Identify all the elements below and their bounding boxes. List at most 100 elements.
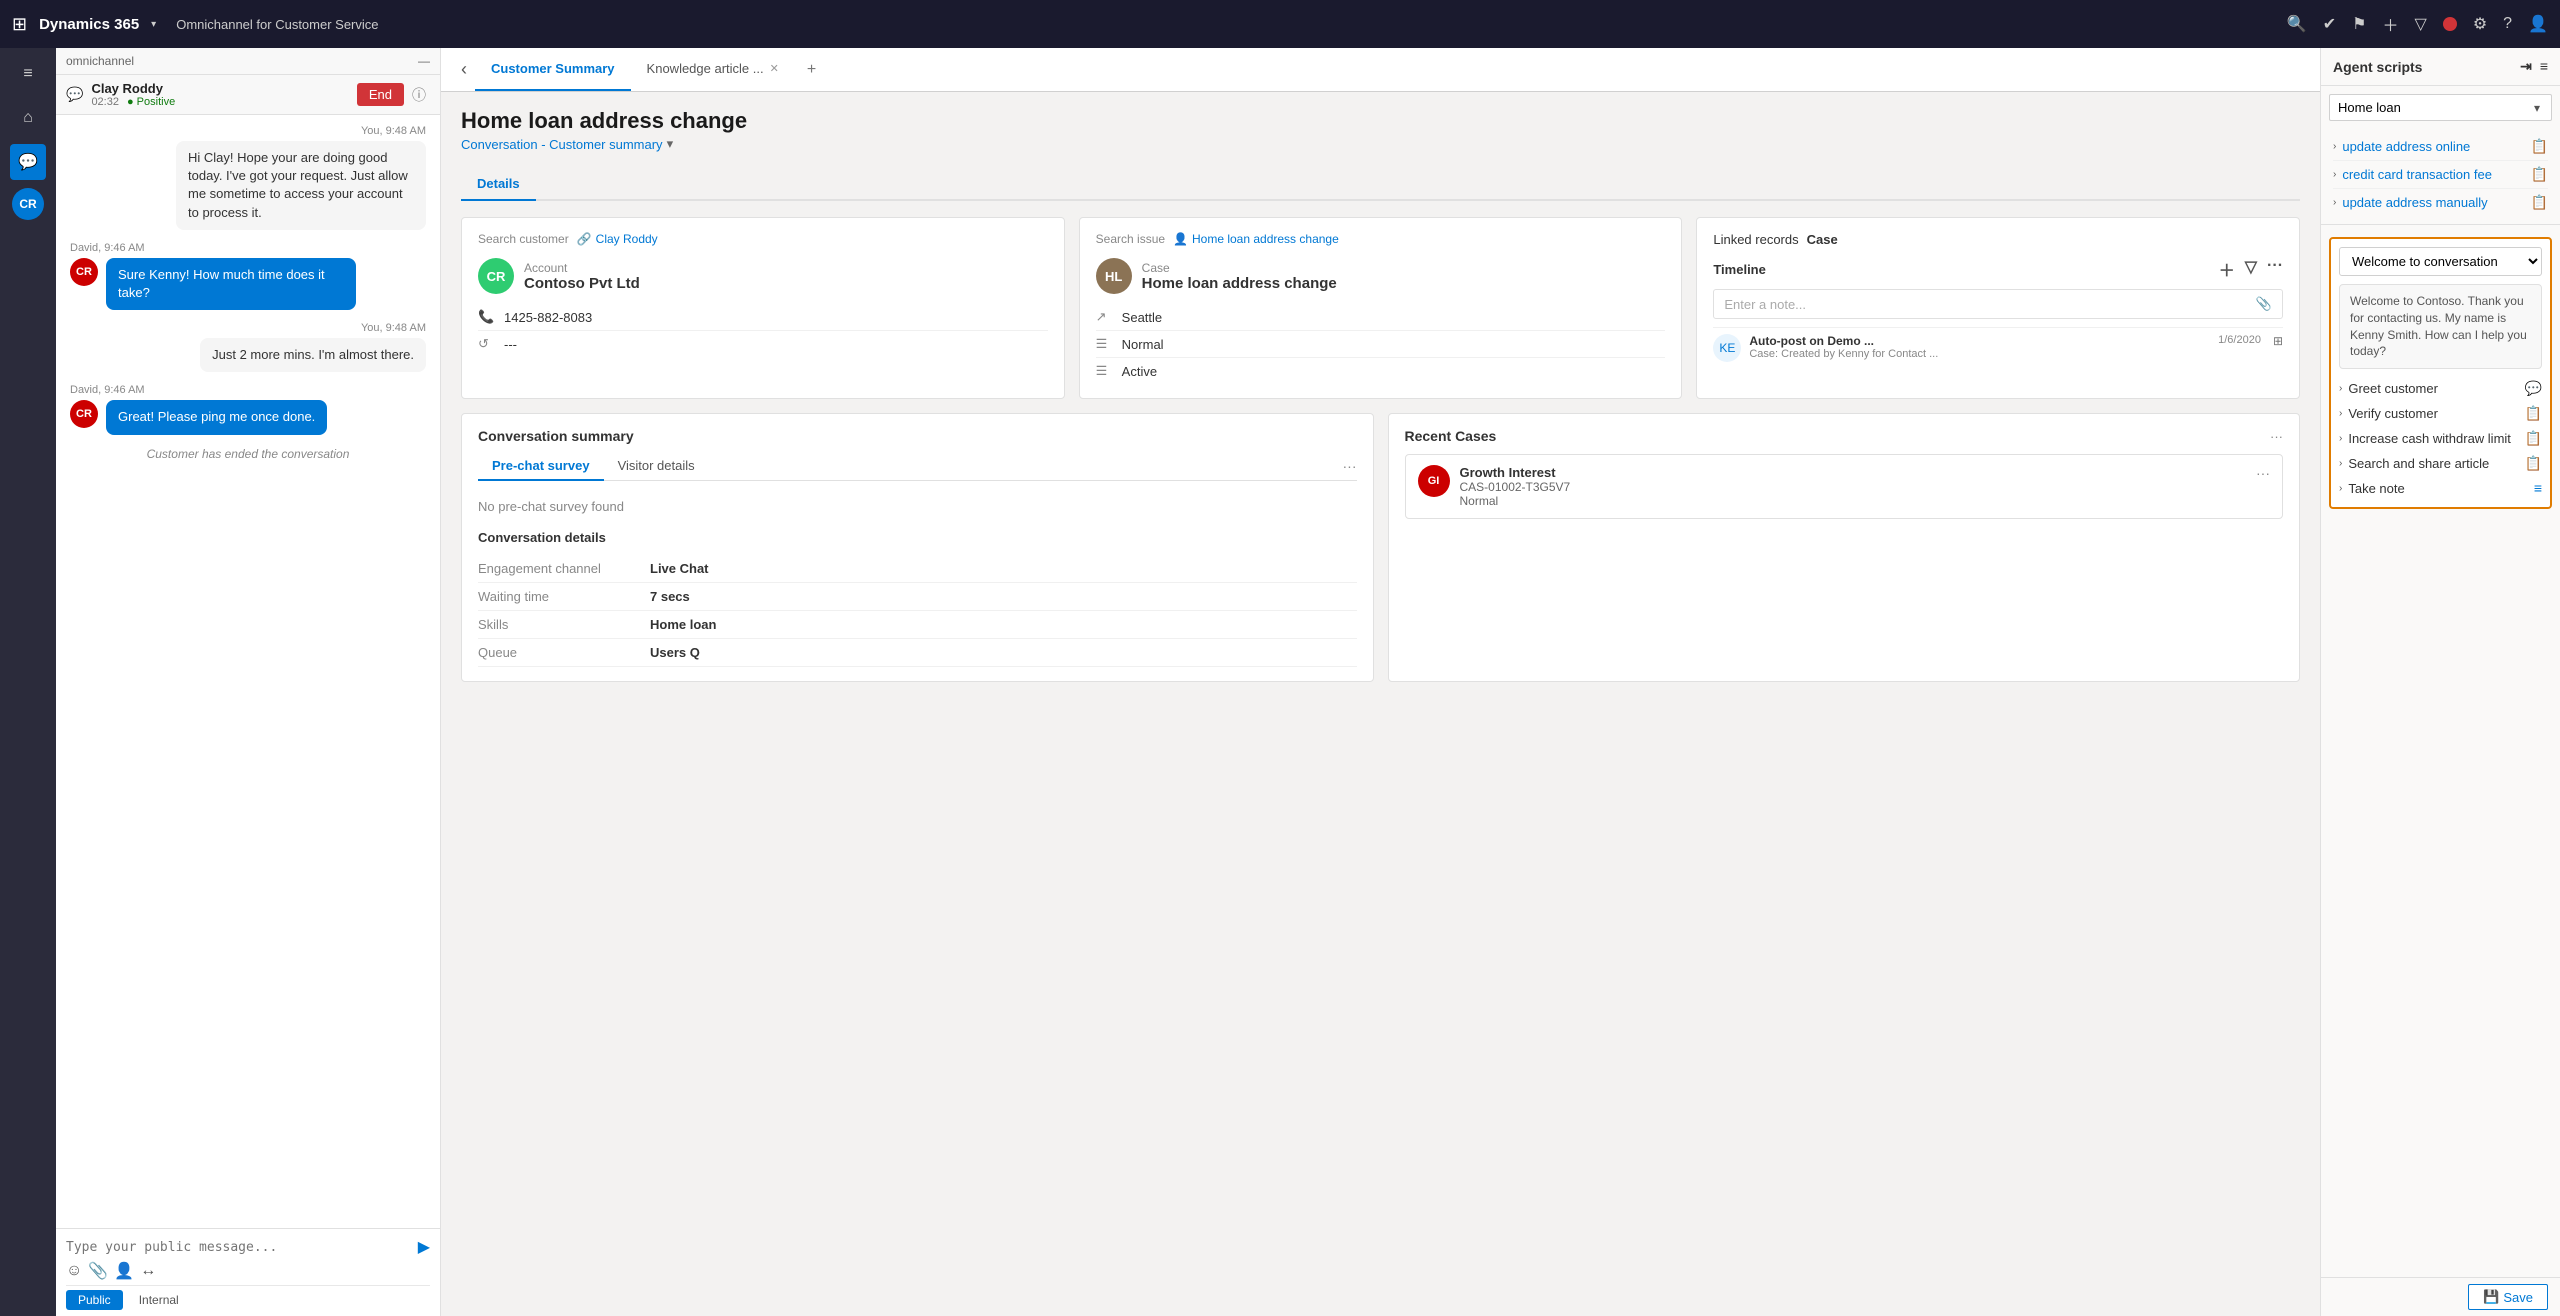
linked-records-header: Linked records Case xyxy=(1713,232,2283,247)
script-item-update-online[interactable]: › update address online 📋 xyxy=(2333,133,2548,161)
timeline-actions: ＋ ▽ ··· xyxy=(2219,257,2283,281)
left-sidebar: ≡ ⌂ 💬 CR xyxy=(0,48,56,1316)
public-mode-button[interactable]: Public xyxy=(66,1290,123,1310)
app-grid-icon[interactable]: ⊞ xyxy=(12,14,27,35)
script-item-action-2[interactable]: 📋 xyxy=(2531,194,2548,211)
script-item-action-0[interactable]: 📋 xyxy=(2531,138,2548,155)
internal-mode-button[interactable]: Internal xyxy=(127,1290,191,1310)
save-bar: 💾 Save xyxy=(2321,1277,2560,1316)
details-tab-details[interactable]: Details xyxy=(461,168,536,201)
tab-customer-summary[interactable]: Customer Summary xyxy=(475,48,631,91)
save-button[interactable]: 💾 Save xyxy=(2468,1284,2548,1310)
step-verify-customer[interactable]: › Verify customer 📋 xyxy=(2339,402,2542,425)
breadcrumb-link[interactable]: Conversation - Customer summary xyxy=(461,137,663,152)
conv-detail-label-2: Skills xyxy=(478,617,638,632)
flag-icon[interactable]: ⚑ xyxy=(2352,14,2366,34)
welcome-script-text: Welcome to Contoso. Thank you for contac… xyxy=(2350,293,2531,360)
main-content: ‹ Customer Summary Knowledge article ...… xyxy=(441,48,2320,1316)
agent-scripts-title: Agent scripts xyxy=(2333,59,2422,75)
right-panel-list-icon[interactable]: ≡ xyxy=(2540,58,2548,75)
customer-avatar-2: CR xyxy=(70,258,98,286)
step-label-0: Greet customer xyxy=(2348,381,2438,396)
chat-messages: You, 9:48 AM Hi Clay! Hope your are doin… xyxy=(56,115,440,1228)
main-wrapper: ≡ ⌂ 💬 CR omnichannel — 💬 Clay Roddy 02:3… xyxy=(0,0,2560,1316)
message-bubble-3: Just 2 more mins. I'm almost there. xyxy=(200,338,426,372)
conv-tabs-more-icon[interactable]: ··· xyxy=(1343,458,1357,474)
transfer-icon[interactable]: ↔ xyxy=(140,1262,156,1280)
attachment-icon[interactable]: 📎 xyxy=(88,1261,108,1281)
script-item-credit-card[interactable]: › credit card transaction fee 📋 xyxy=(2333,161,2548,189)
right-panel-collapse-icon[interactable]: ⇥ xyxy=(2520,58,2532,75)
timeline-note-input[interactable]: Enter a note... 📎 xyxy=(1713,289,2283,319)
account-label: Account xyxy=(524,261,640,275)
settings-icon[interactable]: ⚙ xyxy=(2473,14,2487,34)
sidebar-home-icon[interactable]: ⌂ xyxy=(10,100,46,136)
script-item-update-manually[interactable]: › update address manually 📋 xyxy=(2333,189,2548,216)
script-selector[interactable]: Home loan Credit card Address change xyxy=(2329,94,2552,121)
phone-icon: 📞 xyxy=(478,309,496,325)
search-customer-label: Search customer xyxy=(478,232,569,246)
account-name: Contoso Pvt Ltd xyxy=(524,275,640,292)
step-greet-customer[interactable]: › Greet customer 💬 xyxy=(2339,377,2542,400)
end-button[interactable]: End xyxy=(357,83,404,106)
chat-info-icon[interactable]: ⓘ xyxy=(412,85,430,105)
step-icon-2[interactable]: 📋 xyxy=(2525,430,2542,447)
help-icon[interactable]: ? xyxy=(2503,15,2512,33)
filter-icon[interactable]: ▽ xyxy=(2415,14,2427,34)
timeline-more-icon[interactable]: ··· xyxy=(2267,257,2283,281)
step-chevron-1: › xyxy=(2339,408,2342,419)
page-subtitle: Conversation - Customer summary ▾ xyxy=(461,136,2300,152)
breadcrumb-chevron: ▾ xyxy=(667,136,674,152)
sidebar-chat-icon[interactable]: 💬 xyxy=(10,144,46,180)
send-icon[interactable]: ▶ xyxy=(418,1237,430,1257)
case-avatar: HL xyxy=(1096,258,1132,294)
customer-link[interactable]: 🔗 Clay Roddy xyxy=(577,232,658,246)
plus-icon[interactable]: ＋ xyxy=(2383,12,2399,36)
step-icon-1[interactable]: 📋 xyxy=(2525,405,2542,422)
step-take-note[interactable]: › Take note ≡ xyxy=(2339,477,2542,499)
step-increase-cash[interactable]: › Increase cash withdraw limit 📋 xyxy=(2339,427,2542,450)
tab-knowledge-article[interactable]: Knowledge article ... ✕ xyxy=(631,48,795,91)
step-icon-4[interactable]: ≡ xyxy=(2534,480,2542,496)
chevron-icon-2: › xyxy=(2333,197,2336,208)
timeline-item-action-icon[interactable]: ⊞ xyxy=(2273,334,2283,348)
user-icon[interactable]: 👤 xyxy=(2528,14,2548,34)
mention-icon[interactable]: 👤 xyxy=(114,1261,134,1281)
case-link[interactable]: 👤 Home loan address change xyxy=(1173,232,1339,246)
step-icon-3[interactable]: 📋 xyxy=(2525,455,2542,472)
pre-chat-survey-tab[interactable]: Pre-chat survey xyxy=(478,452,604,481)
check-icon[interactable]: ✔ xyxy=(2323,14,2336,34)
search-icon[interactable]: 🔍 xyxy=(2287,14,2307,34)
recent-cases-more-icon[interactable]: ··· xyxy=(2270,429,2283,444)
notification-dot xyxy=(2443,17,2457,31)
sidebar-menu-icon[interactable]: ≡ xyxy=(10,56,46,92)
tab-close-icon[interactable]: ✕ xyxy=(770,62,779,75)
step-chevron-3: › xyxy=(2339,458,2342,469)
case-priority-field: ☰ Normal xyxy=(1096,331,1666,358)
recent-cases-title: Recent Cases xyxy=(1405,428,1497,444)
step-chevron-2: › xyxy=(2339,433,2342,444)
script-item-action-1[interactable]: 📋 xyxy=(2531,166,2548,183)
timeline-item-icon-1: KE xyxy=(1713,334,1741,362)
case-item-more-icon-0[interactable]: ··· xyxy=(2256,465,2270,481)
conversation-summary-card: Conversation summary Pre-chat survey Vis… xyxy=(461,413,1374,682)
chat-input[interactable] xyxy=(66,1240,414,1255)
sidebar-avatar[interactable]: CR xyxy=(12,188,44,220)
cards-row-2: Conversation summary Pre-chat survey Vis… xyxy=(461,413,2300,682)
script-item-label-0: update address online xyxy=(2342,139,2520,154)
script-section: › update address online 📋 › credit card … xyxy=(2321,129,2560,220)
tab-add-button[interactable]: + xyxy=(795,48,828,91)
timeline-add-icon[interactable]: ＋ xyxy=(2219,257,2235,281)
back-button[interactable]: ‹ xyxy=(453,48,475,91)
collapse-channel-icon[interactable]: — xyxy=(418,54,430,68)
details-tabs: Details xyxy=(461,168,2300,201)
timeline-filter-icon[interactable]: ▽ xyxy=(2245,257,2257,281)
step-icon-0[interactable]: 💬 xyxy=(2525,380,2542,397)
emoji-icon[interactable]: ☺ xyxy=(66,1262,82,1280)
step-search-share[interactable]: › Search and share article 📋 xyxy=(2339,452,2542,475)
visitor-details-tab[interactable]: Visitor details xyxy=(604,452,709,481)
welcome-script-selector[interactable]: Welcome to conversation xyxy=(2339,247,2542,276)
script-item-label-1: credit card transaction fee xyxy=(2342,167,2520,182)
case-item-avatar-0: GI xyxy=(1418,465,1450,497)
customer-link-icon: 🔗 xyxy=(577,232,592,246)
